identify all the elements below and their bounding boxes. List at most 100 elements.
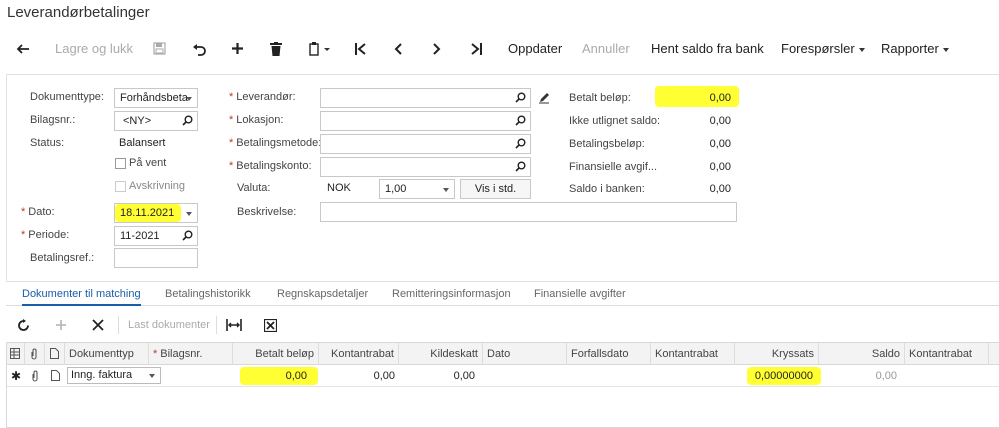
search-icon[interactable] [182, 115, 193, 126]
pay-account-label: * Betalingskonto: [229, 160, 312, 172]
payment-amount-label: Betalingsbeløp: [569, 138, 645, 150]
pay-ref-field[interactable] [114, 248, 198, 268]
currency-rate-value: 1,00 [385, 183, 407, 195]
col-cash-discount[interactable]: Kontantrabat [319, 343, 399, 365]
row-cash-discount[interactable]: 0,00 [319, 365, 399, 387]
tab-financial-fees[interactable]: Finansielle avgifter [534, 288, 626, 306]
next-icon[interactable] [432, 34, 442, 64]
row-cash-discount-3[interactable] [905, 365, 989, 387]
trash-icon[interactable] [270, 34, 282, 64]
first-record-icon[interactable] [354, 34, 367, 64]
doc-no-field[interactable]: <NY> [114, 111, 198, 131]
row-paid-amount[interactable]: 0,00 [233, 365, 311, 387]
back-arrow-icon[interactable] [16, 34, 30, 64]
load-documents-button[interactable]: Last dokumenter [128, 312, 210, 338]
col-due-date[interactable]: Forfallsdato [567, 343, 651, 365]
page-title: Leverandørbetalinger [7, 4, 150, 21]
write-off-checkbox[interactable] [115, 181, 126, 192]
col-cash-discount-3[interactable]: Kontantrabat [905, 343, 989, 365]
search-icon[interactable] [182, 230, 193, 241]
previous-icon[interactable] [393, 34, 403, 64]
row-cash-discount-2[interactable] [651, 365, 735, 387]
period-value: 11-2021 [120, 230, 160, 242]
tab-accounting-details[interactable]: Regnskapsdetaljer [277, 288, 368, 306]
col-doc-type[interactable]: Dokumenttyp [65, 343, 149, 365]
search-icon[interactable] [515, 115, 526, 126]
excel-export-icon[interactable] [264, 312, 277, 338]
chevron-down-icon [443, 188, 449, 192]
currency-label: Valuta: [237, 182, 271, 194]
attachment-header [25, 343, 45, 365]
fit-columns-icon[interactable] [226, 312, 242, 338]
paperclip-icon[interactable] [25, 365, 45, 387]
col-cross-rate[interactable]: Kryssats [735, 343, 819, 365]
fin-fees-value: 0,00 [709, 161, 731, 173]
save-close-button[interactable]: Lagre og lukk [55, 34, 133, 64]
period-field[interactable]: 11-2021 [114, 226, 198, 246]
plus-icon[interactable] [55, 312, 67, 338]
table-row[interactable]: ✱ Inng. faktura 0,00 0,00 0,00 0,0000000… [7, 365, 999, 387]
row-doc-type-select[interactable]: Inng. faktura [67, 367, 161, 384]
tab-payment-history[interactable]: Betalingshistorikk [165, 288, 251, 306]
tab-documents-matching[interactable]: Dokumenter til matching [22, 288, 141, 306]
save-icon[interactable] [153, 34, 166, 64]
description-label: Beskrivelse: [237, 206, 297, 218]
tab-remittance-info[interactable]: Remitteringsinformasjon [392, 288, 511, 306]
search-icon[interactable] [515, 92, 526, 103]
col-doc-no[interactable]: * Bilagsnr. [149, 343, 233, 365]
col-withholding[interactable]: Kildeskatt [399, 343, 483, 365]
cancel-button[interactable]: Annuller [582, 34, 630, 64]
pay-method-field[interactable] [320, 134, 531, 154]
row-withholding[interactable]: 0,00 [399, 365, 479, 387]
refresh-button[interactable]: Oppdater [508, 34, 562, 64]
vendor-label-text: Leverandør: [236, 91, 296, 103]
document-header-form: Dokumenttype: Forhåndsbeta Bilagsnr.: <N… [6, 74, 999, 282]
search-icon[interactable] [515, 138, 526, 149]
col-date[interactable]: Dato [483, 343, 567, 365]
pay-account-field[interactable] [320, 157, 531, 177]
grid-settings-icon [10, 348, 20, 359]
edit-pencil-icon[interactable] [538, 92, 550, 104]
refresh-icon[interactable] [17, 312, 30, 338]
location-field[interactable] [320, 111, 531, 131]
requests-label: Forespørsler [781, 41, 855, 56]
vendor-field[interactable] [320, 88, 531, 108]
row-balance[interactable]: 0,00 [819, 365, 901, 387]
row-cross-rate[interactable]: 0,00000000 [737, 365, 817, 387]
row-selector-header[interactable] [7, 343, 25, 365]
reports-menu[interactable]: Rapporter [881, 34, 949, 64]
undo-icon[interactable] [192, 34, 206, 64]
note-icon[interactable] [45, 365, 65, 387]
period-label: * Periode: [21, 229, 69, 241]
doc-type-select[interactable]: Forhåndsbeta [114, 88, 198, 108]
on-hold-checkbox[interactable] [115, 158, 126, 169]
write-off-label: Avskrivning [129, 180, 186, 192]
date-value: 18.11.2021 [120, 207, 175, 219]
search-icon[interactable] [515, 161, 526, 172]
copy-paste-icon[interactable] [309, 34, 331, 64]
grid-toolbar: Last dokumenter [6, 312, 999, 338]
vendor-label: * Leverandør: [229, 91, 296, 103]
col-balance[interactable]: Saldo [819, 343, 905, 365]
col-cash-discount-2[interactable]: Kontantrabat [651, 343, 735, 365]
currency-rate-select[interactable]: 1,00 [379, 179, 455, 199]
note-icon [50, 348, 59, 359]
paid-amount-value: 0,00 [709, 92, 731, 104]
fetch-balance-button[interactable]: Hent saldo fra bank [651, 34, 764, 64]
required-marker: * [21, 206, 26, 218]
location-label: * Lokasjon: [229, 114, 283, 126]
plus-icon[interactable] [231, 34, 244, 64]
requests-menu[interactable]: Forespørsler [781, 34, 865, 64]
row-doc-no[interactable] [163, 365, 233, 387]
view-in-base-button[interactable]: Vis i std. [460, 179, 531, 199]
last-record-icon[interactable] [470, 34, 483, 64]
doc-no-value: <NY> [123, 115, 152, 127]
date-field[interactable]: 18.11.2021 [114, 203, 198, 223]
row-due-date[interactable] [567, 365, 651, 387]
close-icon[interactable] [92, 312, 104, 338]
detail-tabs: Dokumenter til matching Betalingshistori… [6, 288, 999, 306]
row-date[interactable] [483, 365, 567, 387]
chevron-down-icon [858, 47, 865, 52]
description-field[interactable] [320, 202, 737, 222]
col-paid-amount[interactable]: Betalt beløp [233, 343, 319, 365]
